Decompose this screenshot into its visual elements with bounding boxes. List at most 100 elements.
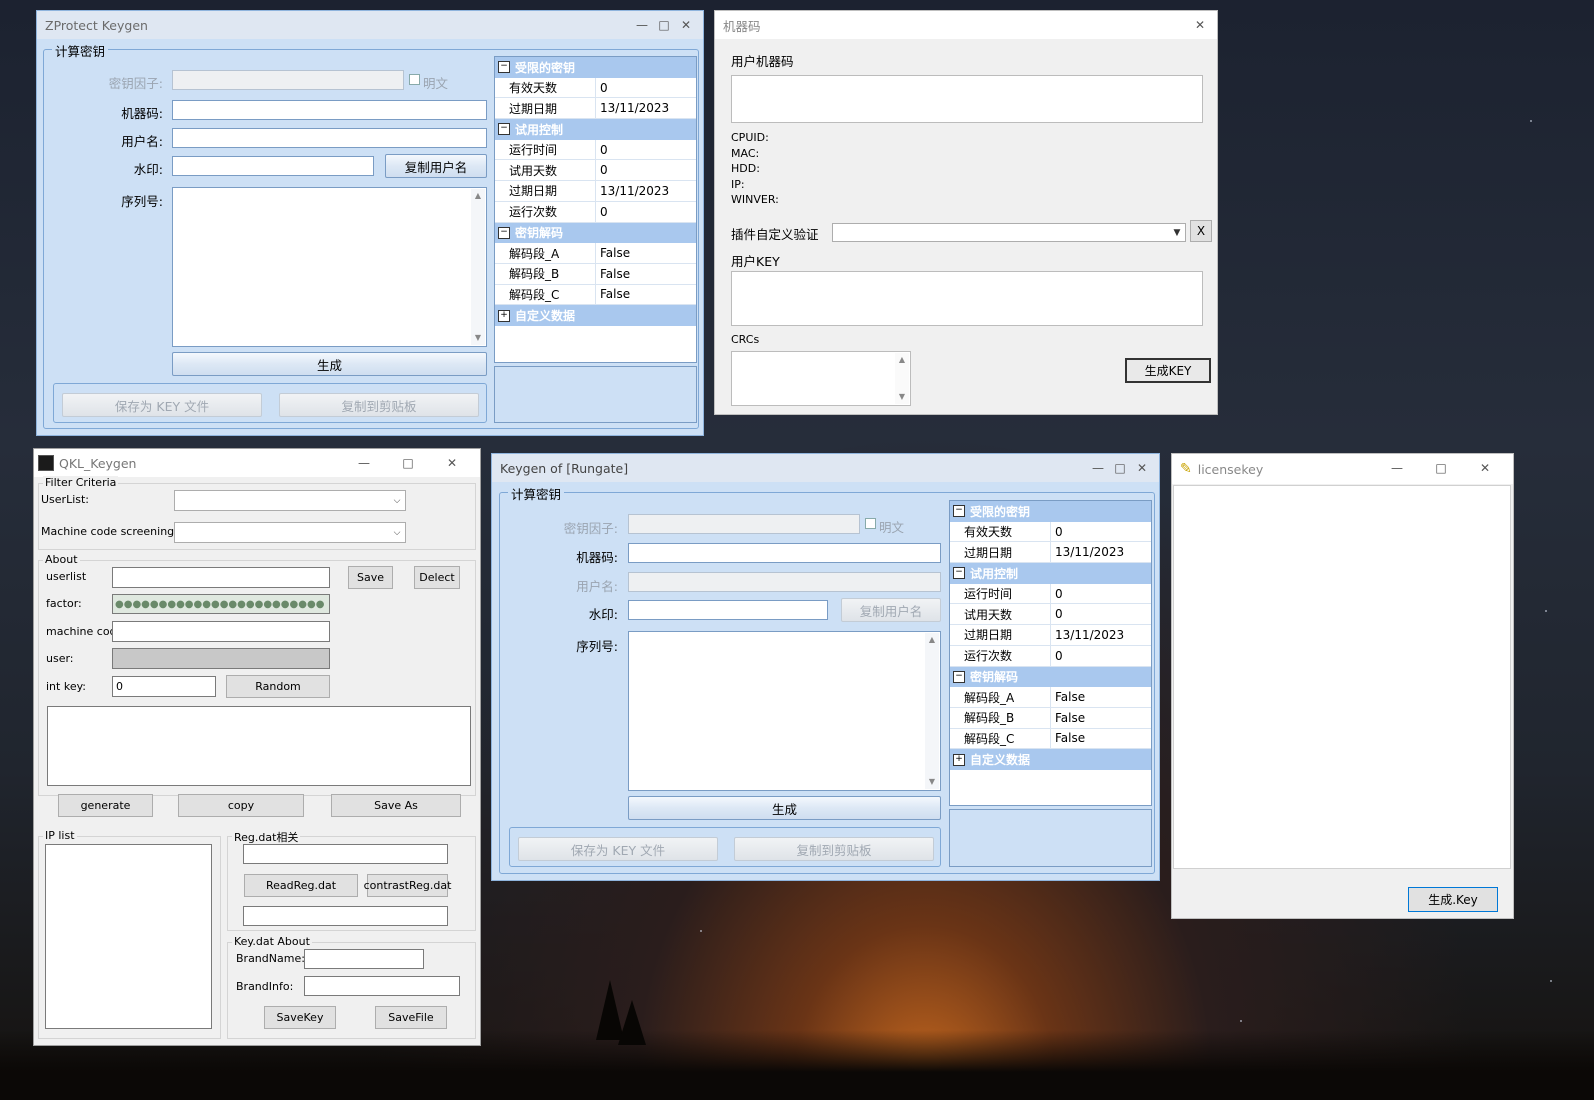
grid-row-value[interactable]: 0 <box>1051 522 1151 542</box>
watermark-input[interactable] <box>172 156 374 176</box>
reg-dat-input[interactable] <box>243 844 448 864</box>
maximize-icon[interactable]: □ <box>653 18 675 32</box>
minimize-icon[interactable]: — <box>631 18 653 32</box>
copy-clipboard-button[interactable]: 复制到剪贴板 <box>279 393 479 417</box>
save-key-button[interactable]: SaveKey <box>264 1006 336 1029</box>
serial-textarea[interactable]: ▲ ▼ <box>628 631 941 791</box>
grid-row[interactable]: 解码段_A False <box>950 687 1151 708</box>
generate-button[interactable]: generate <box>58 794 153 817</box>
userlist-combobox[interactable]: ⌵ <box>174 490 406 511</box>
grid-row[interactable]: 运行次数 0 <box>950 645 1151 667</box>
grid-row[interactable]: 运行次数 0 <box>495 201 696 223</box>
user-key-textarea[interactable] <box>731 271 1203 326</box>
grid-row[interactable]: 试用天数 0 <box>495 160 696 182</box>
grid-row-value[interactable]: 0 <box>596 202 696 222</box>
username-input[interactable] <box>172 128 487 148</box>
maximize-icon[interactable]: □ <box>386 456 430 470</box>
save-key-file-button[interactable]: 保存为 KEY 文件 <box>518 837 718 861</box>
close-icon[interactable]: ✕ <box>1189 18 1211 32</box>
grid-category[interactable]: + 自定义数据 <box>950 749 1151 770</box>
property-grid[interactable]: − 受限的密钥 有效天数 0 过期日期 13/11/2023− 试用控制 运行时间 0 试用天数 0… <box>494 56 697 363</box>
machine-cod-input[interactable] <box>112 621 330 642</box>
crcs-scrollbar[interactable]: ▲ ▼ <box>895 353 909 404</box>
title-bar[interactable]: QKL_Keygen — □ ✕ <box>34 449 480 477</box>
grid-category[interactable]: − 密钥解码 <box>950 666 1151 688</box>
delect-button[interactable]: Delect <box>414 566 460 589</box>
maximize-icon[interactable]: □ <box>1109 461 1131 475</box>
close-icon[interactable]: ✕ <box>1131 461 1153 475</box>
grid-row[interactable]: 解码段_B False <box>495 263 696 285</box>
machine-screening-combobox[interactable]: ⌵ <box>174 522 406 543</box>
chevron-down-icon[interactable]: ⌵ <box>389 491 405 510</box>
generate-key-file-button[interactable]: 生成.Key <box>1408 887 1498 912</box>
generate-button[interactable]: 生成 <box>628 796 941 820</box>
title-bar[interactable]: Keygen of [Rungate] — □ ✕ <box>492 454 1159 482</box>
userlist-input[interactable] <box>112 567 330 588</box>
grid-row-value[interactable]: 13/11/2023 <box>1051 625 1151 645</box>
grid-row-value[interactable]: False <box>1051 687 1151 707</box>
grid-row[interactable]: 有效天数 0 <box>950 521 1151 543</box>
collapse-icon[interactable]: − <box>498 123 510 136</box>
title-bar[interactable]: ZProtect Keygen — □ ✕ <box>37 11 703 39</box>
copy-username-button[interactable]: 复制用户名 <box>841 598 941 622</box>
grid-category[interactable]: − 试用控制 <box>950 563 1151 584</box>
contrast-reg-dat-button[interactable]: contrastReg.dat <box>364 874 451 897</box>
plugin-verify-combobox[interactable]: ▼ <box>832 223 1186 242</box>
chevron-down-icon[interactable]: ⌵ <box>389 523 405 542</box>
grid-category[interactable]: − 试用控制 <box>495 119 696 140</box>
random-button[interactable]: Random <box>226 675 330 698</box>
machine-code-input[interactable] <box>172 100 487 120</box>
clear-plugin-button[interactable]: X <box>1190 220 1212 242</box>
user-machine-code-textarea[interactable] <box>731 75 1203 123</box>
grid-row-value[interactable]: False <box>596 285 696 305</box>
serial-textarea[interactable]: ▲ ▼ <box>172 187 487 347</box>
grid-row[interactable]: 有效天数 0 <box>495 77 696 99</box>
grid-row-value[interactable]: 0 <box>1051 604 1151 624</box>
grid-category[interactable]: − 受限的密钥 <box>495 57 696 78</box>
grid-row[interactable]: 运行时间 0 <box>950 583 1151 605</box>
scroll-down-icon[interactable]: ▼ <box>895 390 909 404</box>
collapse-icon[interactable]: − <box>953 670 965 683</box>
grid-row[interactable]: 过期日期 13/11/2023 <box>950 542 1151 564</box>
collapse-icon[interactable]: − <box>953 505 965 518</box>
minimize-icon[interactable]: — <box>1087 461 1109 475</box>
collapse-icon[interactable]: − <box>498 226 510 239</box>
grid-row-value[interactable]: False <box>596 264 696 284</box>
grid-row[interactable]: 解码段_B False <box>950 707 1151 729</box>
generate-button[interactable]: 生成 <box>172 352 487 376</box>
factor-password-input[interactable]: ●●●●●●●●●●●●●●●●●●●●●●●● <box>112 594 330 614</box>
reg-dat-result-input[interactable] <box>243 906 448 926</box>
read-reg-dat-button[interactable]: ReadReg.dat <box>244 874 358 897</box>
ip-list-box[interactable] <box>45 844 212 1029</box>
copy-clipboard-button[interactable]: 复制到剪贴板 <box>734 837 934 861</box>
brandinfo-input[interactable] <box>304 976 460 996</box>
grid-row[interactable]: 试用天数 0 <box>950 604 1151 626</box>
grid-row[interactable]: 解码段_A False <box>495 243 696 264</box>
grid-row[interactable]: 过期日期 13/11/2023 <box>495 98 696 120</box>
serial-scrollbar[interactable]: ▲ ▼ <box>925 633 939 789</box>
save-as-button[interactable]: Save As <box>331 794 461 817</box>
plaintext-checkbox[interactable] <box>409 74 420 85</box>
grid-row[interactable]: 过期日期 13/11/2023 <box>495 181 696 202</box>
output-textarea[interactable] <box>47 706 471 786</box>
grid-row[interactable]: 解码段_C False <box>495 284 696 306</box>
close-icon[interactable]: ✕ <box>1463 461 1507 475</box>
grid-row-value[interactable]: 13/11/2023 <box>596 181 696 201</box>
grid-row-value[interactable]: 0 <box>596 160 696 180</box>
plaintext-checkbox[interactable] <box>865 518 876 529</box>
minimize-icon[interactable]: — <box>342 456 386 470</box>
key-factor-input[interactable] <box>172 70 404 90</box>
minimize-icon[interactable]: — <box>1375 461 1419 475</box>
collapse-icon[interactable]: − <box>498 61 510 74</box>
grid-category[interactable]: + 自定义数据 <box>495 305 696 326</box>
chevron-down-icon[interactable]: ▼ <box>1169 224 1185 241</box>
expand-icon[interactable]: + <box>498 309 510 322</box>
grid-row-value[interactable]: 13/11/2023 <box>596 98 696 118</box>
key-factor-input[interactable] <box>628 514 860 534</box>
save-button[interactable]: Save <box>348 566 393 589</box>
save-file-button[interactable]: SaveFile <box>375 1006 447 1029</box>
user-input[interactable] <box>112 648 330 669</box>
grid-row[interactable]: 运行时间 0 <box>495 139 696 161</box>
title-bar[interactable]: ✎ licensekey — □ ✕ <box>1172 454 1513 484</box>
scroll-up-icon[interactable]: ▲ <box>925 633 939 647</box>
